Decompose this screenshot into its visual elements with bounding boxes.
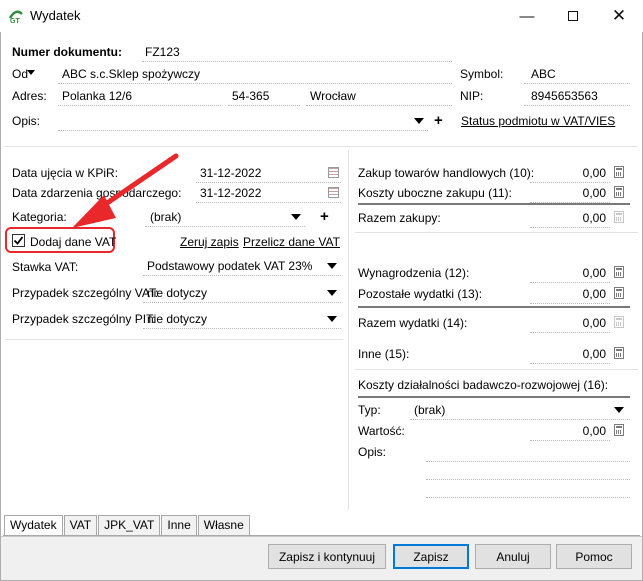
total-expenses-line [530, 315, 610, 333]
symbol-line [524, 66, 630, 84]
svg-text:GT: GT [10, 18, 20, 24]
category-label: Kategoria: [12, 210, 67, 224]
calculator-icon[interactable] [614, 266, 624, 278]
symbol-label: Symbol: [460, 67, 504, 81]
add-category-icon[interactable]: + [320, 209, 329, 224]
other-divider [355, 369, 638, 370]
calculator-icon[interactable] [614, 166, 624, 178]
annotation-arrow [72, 153, 179, 228]
description-line [58, 113, 428, 131]
window-title: Wydatek [30, 8, 81, 23]
tab-inne[interactable]: Inne [161, 515, 197, 535]
calendar-icon[interactable] [328, 187, 339, 198]
salaries-line [530, 265, 610, 283]
header-divider [5, 146, 638, 147]
from-dropdown-icon[interactable] [27, 70, 35, 75]
special-vat-line [143, 285, 341, 303]
title-bar: GT Wydatek — ✕ [0, 0, 643, 32]
calculator-icon[interactable] [614, 186, 624, 198]
other-line [530, 346, 610, 364]
city-line [306, 88, 452, 106]
special-pit-label: Przypadek szczególny PIT: [12, 312, 156, 326]
tab-jpk-vat[interactable]: JPK_VAT [98, 515, 161, 535]
app-logo-icon: GT [8, 8, 24, 25]
left-divider [5, 339, 343, 340]
contractor-line [58, 66, 452, 84]
add-vat-checkbox[interactable] [12, 234, 25, 247]
doc-number-line [142, 44, 452, 62]
recalculate-vat-link[interactable]: Przelicz dane VAT [243, 235, 340, 249]
vat-rate-label: Stawka VAT: [12, 260, 79, 274]
cancel-button[interactable]: Anuluj [475, 544, 551, 569]
nip-label: NIP: [460, 89, 484, 103]
rd-description-line-3[interactable] [426, 480, 630, 498]
vat-rate-dropdown-icon[interactable] [327, 263, 337, 269]
vat-rate-line [143, 258, 341, 276]
calculator-icon [614, 316, 624, 328]
tab-strip: Wydatek VAT JPK_VAT Inne Własne [4, 515, 251, 535]
type-dropdown-icon[interactable] [614, 407, 624, 413]
address-label: Adres: [12, 89, 47, 103]
other-expenses-line [530, 286, 610, 304]
special-pit-line [143, 311, 341, 329]
kpir-date-line [196, 165, 341, 183]
calculator-icon [614, 211, 624, 223]
tab-wlasne[interactable]: Własne [197, 515, 250, 535]
calendar-icon[interactable] [328, 167, 339, 178]
category-dropdown-icon[interactable] [291, 214, 301, 220]
total-purchase-label: Razem zakupy: [358, 211, 441, 225]
special-vat-dropdown-icon[interactable] [327, 290, 337, 296]
from-label: Od [12, 67, 29, 81]
maximize-button[interactable] [550, 0, 596, 32]
calculator-icon[interactable] [614, 287, 624, 299]
vat-status-link[interactable]: Status podmiotu w VAT/VIES [461, 114, 615, 128]
type-line [410, 402, 630, 420]
rd-description-line-2[interactable] [426, 462, 630, 480]
minimize-button[interactable]: — [504, 0, 550, 32]
clear-entry-link[interactable]: Zeruj zapis [180, 235, 239, 249]
tab-vat[interactable]: VAT [63, 515, 98, 535]
add-vat-label: Dodaj dane VAT [30, 235, 117, 249]
rd-description-label: Opis: [358, 445, 387, 459]
checkmark-icon [13, 236, 24, 245]
salaries-label: Wynagrodzenia (12): [358, 266, 470, 280]
save-continue-button[interactable]: Zapisz i kontynuuj [268, 544, 386, 569]
rd-costs-label: Koszty działalności badawczo-rozwojowej … [358, 378, 609, 392]
save-button[interactable]: Zapisz [393, 544, 469, 569]
special-pit-dropdown-icon[interactable] [327, 316, 337, 322]
description-dropdown-icon[interactable] [414, 118, 424, 124]
expenses-sum-rule [358, 306, 630, 308]
goods-line [530, 165, 610, 183]
street-line [58, 88, 221, 106]
column-divider [348, 150, 349, 510]
rd-rule [358, 396, 630, 398]
special-vat-label: Przypadek szczególny VAT: [12, 286, 159, 300]
event-date-line [196, 185, 341, 203]
amount-label: Wartość: [358, 424, 405, 438]
add-description-icon[interactable]: + [434, 113, 443, 128]
help-button[interactable]: Pomoc [556, 544, 632, 569]
goods-label: Zakup towarów handlowych (10): [358, 166, 535, 180]
rd-description-line-1[interactable] [426, 444, 630, 462]
description-label: Opis: [12, 114, 41, 128]
calculator-icon[interactable] [614, 347, 624, 359]
purchase-divider [355, 232, 638, 233]
other-expenses-label: Pozostałe wydatki (13): [358, 287, 483, 301]
postcode-line [228, 88, 300, 106]
purchase-sum-rule [358, 203, 630, 205]
tab-wydatek[interactable]: Wydatek [4, 515, 63, 535]
amount-line [530, 423, 610, 441]
total-expenses-label: Razem wydatki (14): [358, 316, 468, 330]
side-costs-label: Koszty uboczne zakupu (11): [358, 186, 512, 200]
doc-number-label: Numer dokumentu: [12, 45, 123, 59]
calculator-icon[interactable] [614, 424, 624, 436]
total-purchase-line [530, 210, 610, 228]
type-label: Typ: [358, 403, 381, 417]
other-label: Inne (15): [358, 347, 410, 361]
nip-line [524, 88, 630, 106]
side-costs-line [530, 185, 610, 203]
close-button[interactable]: ✕ [596, 0, 642, 32]
